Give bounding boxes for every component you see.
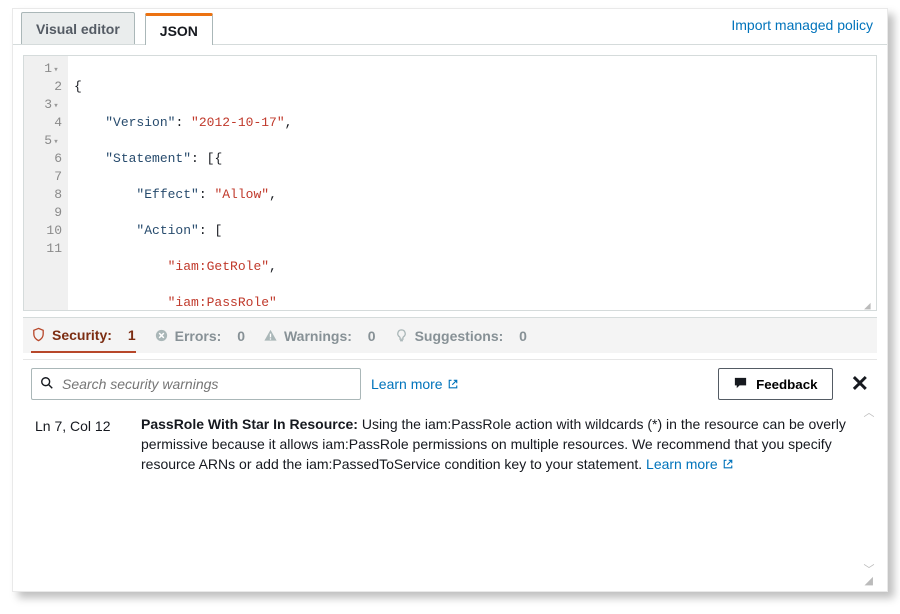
feedback-button[interactable]: Feedback — [718, 368, 833, 400]
search-security-warnings[interactable] — [31, 368, 361, 400]
json-code-editor[interactable]: 1▾ 2 3▾ 4 5▾ 6 7 8 9 10 11 { "Version": … — [23, 55, 877, 311]
panel-resize-handle[interactable]: ◢ — [865, 574, 873, 587]
import-managed-policy-link[interactable]: Import managed policy — [731, 17, 873, 33]
external-link-icon — [447, 378, 459, 390]
shield-icon — [31, 327, 46, 342]
tab-json[interactable]: JSON — [145, 13, 213, 45]
status-tab-errors[interactable]: Errors: 0 — [154, 318, 245, 353]
tab-visual-editor[interactable]: Visual editor — [21, 12, 135, 44]
external-link-icon — [722, 458, 734, 470]
lightbulb-icon — [394, 328, 409, 343]
editor-gutter: 1▾ 2 3▾ 4 5▾ 6 7 8 9 10 11 — [24, 56, 68, 310]
status-tab-security[interactable]: Security: 1 — [31, 318, 136, 353]
findings-panel-toolbar: Learn more Feedback ✕ — [31, 368, 869, 400]
warning-triangle-icon — [263, 328, 278, 343]
findings-status-bar: Security: 1 Errors: 0 Warnings: 0 Sugges… — [23, 317, 877, 353]
editor-code-area[interactable]: { "Version": "2012-10-17", "Statement": … — [68, 56, 876, 310]
search-icon — [40, 376, 54, 393]
code-editor-container: 1▾ 2 3▾ 4 5▾ 6 7 8 9 10 11 { "Version": … — [13, 45, 887, 311]
policy-editor-shell: Visual editor JSON Import managed policy… — [12, 8, 888, 592]
chat-bubble-icon — [733, 375, 748, 393]
finding-learn-more-link[interactable]: Learn more — [646, 454, 734, 474]
status-tab-warnings[interactable]: Warnings: 0 — [263, 318, 376, 353]
close-panel-button[interactable]: ✕ — [851, 371, 869, 397]
finding-message: PassRole With Star In Resource: Using th… — [141, 414, 865, 474]
editor-tab-row: Visual editor JSON Import managed policy — [13, 9, 887, 45]
status-tab-suggestions[interactable]: Suggestions: 0 — [394, 318, 527, 353]
findings-panel: Learn more Feedback ✕ Ln 7, Col 12 PassR… — [23, 359, 877, 591]
editor-resize-handle[interactable]: ◢ — [864, 298, 874, 308]
search-input[interactable] — [62, 376, 352, 392]
learn-more-link[interactable]: Learn more — [371, 376, 459, 392]
security-finding-row: Ln 7, Col 12 PassRole With Star In Resou… — [31, 400, 869, 474]
finding-location[interactable]: Ln 7, Col 12 — [35, 414, 123, 474]
error-circle-icon — [154, 328, 169, 343]
panel-scrollbar[interactable]: ︿ ﹀ — [863, 404, 875, 577]
